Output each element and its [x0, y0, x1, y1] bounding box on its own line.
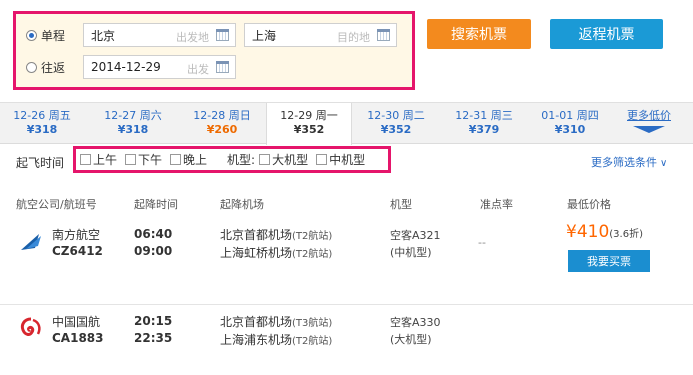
afternoon-label[interactable]: 下午 [138, 151, 162, 168]
date-tab[interactable]: 12-27 周六 ¥318 [92, 103, 174, 144]
round-trip-radio[interactable] [26, 61, 37, 73]
date-tab-price: ¥318 [117, 123, 149, 136]
round-trip-label[interactable]: 往返 [41, 59, 83, 76]
date-tab-date: 12-28 周日 [193, 109, 251, 122]
header-plane: 机型 [390, 198, 412, 211]
plane-size: (中机型) [390, 246, 432, 259]
arrival-airport: 上海虹桥机场(T2航站) [220, 244, 332, 261]
date-price-bar: 12-26 周五 ¥318 12-27 周六 ¥318 12-28 周日 ¥26… [0, 102, 693, 145]
date-tab-price: ¥352 [380, 123, 412, 136]
plane-model[interactable]: 空客A330 [390, 314, 441, 330]
depart-date-field[interactable]: 2014-12-29 出发 [83, 55, 236, 79]
medium-plane-checkbox[interactable] [316, 154, 328, 165]
plane-size: (大机型) [390, 333, 432, 346]
buy-ticket-button[interactable]: 我要买票 [568, 250, 650, 272]
more-low-prices-tab[interactable]: 更多低价 [614, 103, 684, 144]
air-china-logo-icon [20, 317, 41, 336]
one-way-radio[interactable] [26, 29, 37, 41]
arrival-airport-name: 上海虹桥机场 [220, 246, 293, 260]
date-tab-price: ¥310 [554, 123, 586, 136]
date-tab-date: 12-29 周一 [280, 109, 338, 122]
departure-airport-name: 北京首都机场 [220, 315, 293, 329]
departure-airport-name: 北京首都机场 [220, 228, 293, 242]
airline-name: 中国国航 [52, 315, 101, 329]
flight-number: CZ6412 [52, 244, 103, 258]
flight-row: 中国国航 CA1883 20:15 22:35 北京首都机场(T3航站) 上海浦… [0, 304, 693, 364]
airline-name: 南方航空 [52, 228, 101, 242]
calendar-icon[interactable] [216, 29, 229, 41]
arrival-airport-name: 上海浦东机场 [220, 333, 293, 347]
header-airline: 航空公司/航班号 [16, 198, 97, 211]
arrival-airport: 上海浦东机场(T2航站) [220, 331, 332, 348]
date-tab-date: 12-30 周二 [367, 109, 425, 122]
evening-label[interactable]: 晚上 [183, 151, 207, 168]
one-way-row: 单程 北京 出发地 上海 目的地 [26, 23, 397, 47]
return-flights-button[interactable]: 返程机票 [550, 19, 663, 49]
header-airports: 起降机场 [220, 198, 264, 211]
departure-field[interactable]: 北京 出发地 [83, 23, 236, 47]
departure-terminal: (T3航站) [292, 318, 333, 329]
arrival-time: 09:00 [134, 244, 173, 258]
departure-city: 北京 [91, 28, 116, 43]
departure-time-filter-label: 起飞时间 [16, 156, 65, 170]
arrival-terminal: (T2航站) [292, 336, 333, 347]
departure-time: 20:15 [134, 314, 173, 328]
afternoon-checkbox[interactable] [125, 154, 137, 165]
date-tab[interactable]: 01-01 周四 ¥310 [528, 103, 612, 144]
date-tab[interactable]: 12-30 周二 ¥352 [354, 103, 438, 144]
search-flights-button[interactable]: 搜索机票 [427, 19, 531, 49]
medium-plane-label[interactable]: 中机型 [329, 151, 365, 168]
china-southern-logo-icon [21, 234, 41, 250]
lowest-price: ¥410(3.6折) [566, 222, 643, 242]
ontime-rate: -- [478, 236, 486, 249]
flight-row: 南方航空 CZ6412 06:40 09:00 北京首都机场(T2航站) 上海虹… [0, 218, 693, 298]
date-tab-date: 12-31 周三 [455, 109, 513, 122]
departure-time: 06:40 [134, 227, 173, 241]
price-discount: (3.6折) [609, 229, 643, 240]
search-panel: 单程 北京 出发地 上海 目的地 往返 2014-12-29 出发 [13, 11, 415, 90]
calendar-icon[interactable] [377, 29, 390, 41]
round-trip-row: 往返 2014-12-29 出发 [26, 55, 236, 79]
large-plane-checkbox[interactable] [259, 154, 271, 165]
flight-number: CA1883 [52, 331, 104, 345]
plane-type-label: 机型: [227, 153, 256, 167]
chevron-down-icon [633, 126, 665, 133]
arrival-terminal: (T2航站) [292, 249, 333, 260]
date-tab-date: 12-26 周五 [13, 109, 71, 122]
more-low-prices-label: 更多低价 [627, 109, 671, 122]
date-tab-price: ¥352 [293, 123, 325, 136]
date-tab-price: ¥318 [26, 123, 58, 136]
header-ontime[interactable]: 准点率 [480, 196, 513, 212]
arrival-placeholder: 目的地 [337, 31, 370, 44]
evening-checkbox[interactable] [170, 154, 182, 165]
departure-terminal: (T2航站) [292, 231, 333, 242]
departure-airport: 北京首都机场(T3航站) [220, 313, 332, 330]
more-filters-link[interactable]: 更多筛选条件 [591, 154, 667, 170]
large-plane-label[interactable]: 大机型 [272, 151, 308, 168]
filter-panel: 上午 下午 晚上 机型: 大机型 中机型 [73, 146, 391, 173]
header-price[interactable]: 最低价格 [567, 196, 611, 212]
header-times[interactable]: 起降时间 [134, 196, 178, 212]
arrival-city: 上海 [252, 28, 277, 43]
departure-placeholder: 出发地 [176, 31, 209, 44]
plane-model[interactable]: 空客A321 [390, 227, 441, 243]
date-tab[interactable]: 12-31 周三 ¥379 [442, 103, 526, 144]
date-tab-date: 01-01 周四 [541, 109, 599, 122]
date-tab[interactable]: 12-26 周五 ¥318 [0, 103, 84, 144]
date-tab-selected[interactable]: 12-29 周一 ¥352 [266, 103, 352, 145]
price-value: ¥410 [566, 222, 610, 242]
date-tab-price: ¥379 [468, 123, 500, 136]
arrival-time: 22:35 [134, 331, 173, 345]
one-way-label[interactable]: 单程 [41, 27, 83, 44]
depart-date-placeholder: 出发 [187, 63, 209, 76]
date-tab-price: ¥260 [206, 123, 238, 136]
depart-date-value: 2014-12-29 [91, 60, 161, 74]
morning-label[interactable]: 上午 [93, 151, 117, 168]
arrival-field[interactable]: 上海 目的地 [244, 23, 397, 47]
calendar-icon[interactable] [216, 61, 229, 73]
date-tab-date: 12-27 周六 [104, 109, 162, 122]
date-tab[interactable]: 12-28 周日 ¥260 [180, 103, 264, 144]
departure-airport: 北京首都机场(T2航站) [220, 226, 332, 243]
morning-checkbox[interactable] [80, 154, 91, 165]
